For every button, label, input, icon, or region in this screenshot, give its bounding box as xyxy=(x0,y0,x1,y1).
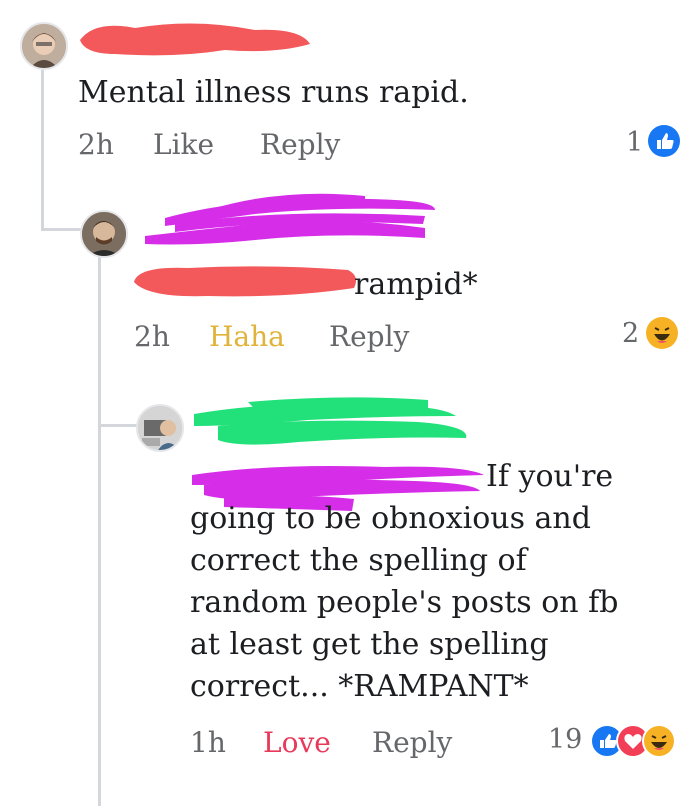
avatar[interactable] xyxy=(80,210,128,258)
like-button[interactable]: Like xyxy=(153,128,214,161)
redacted-text xyxy=(134,266,356,297)
reaction-count: 1 xyxy=(626,127,644,158)
haha-icon xyxy=(646,317,678,349)
avatar[interactable] xyxy=(136,404,184,452)
avatar-image xyxy=(82,212,126,256)
comment-text: Mental illness runs rapid. xyxy=(78,75,469,110)
reaction-count: 2 xyxy=(622,318,640,349)
comment-line: correct... *RAMPANT* xyxy=(190,669,529,704)
reaction-count: 19 xyxy=(548,724,583,755)
comment-line: random people's posts on fb xyxy=(190,585,619,620)
comment-text-first-line: If you're xyxy=(486,459,614,494)
haha-button[interactable]: Haha xyxy=(209,320,285,353)
comment-text-body: going to be obnoxious and correct the sp… xyxy=(190,498,618,708)
comment-line: going to be obnoxious and xyxy=(190,501,591,536)
comment-line: correct the spelling of xyxy=(190,543,527,578)
redacted-name xyxy=(194,397,467,445)
reply-button[interactable]: Reply xyxy=(372,726,452,759)
redacted-name xyxy=(145,193,435,245)
thread-line-secondary xyxy=(98,255,101,806)
avatar-image xyxy=(22,24,66,68)
comment-text: rampid* xyxy=(354,267,478,302)
reply-button[interactable]: Reply xyxy=(260,128,340,161)
comment-line: at least get the spelling xyxy=(190,627,549,662)
redacted-name xyxy=(80,23,310,56)
love-button[interactable]: Love xyxy=(263,726,331,759)
like-icon xyxy=(648,125,680,157)
avatar[interactable] xyxy=(20,22,68,70)
avatar-image xyxy=(138,406,182,450)
haha-icon xyxy=(642,724,676,758)
timestamp: 2h xyxy=(78,128,114,161)
timestamp: 2h xyxy=(134,320,170,353)
timestamp: 1h xyxy=(190,726,226,759)
thread-line-main xyxy=(41,70,44,230)
reply-button[interactable]: Reply xyxy=(329,320,409,353)
thread-connector-1 xyxy=(41,228,81,231)
